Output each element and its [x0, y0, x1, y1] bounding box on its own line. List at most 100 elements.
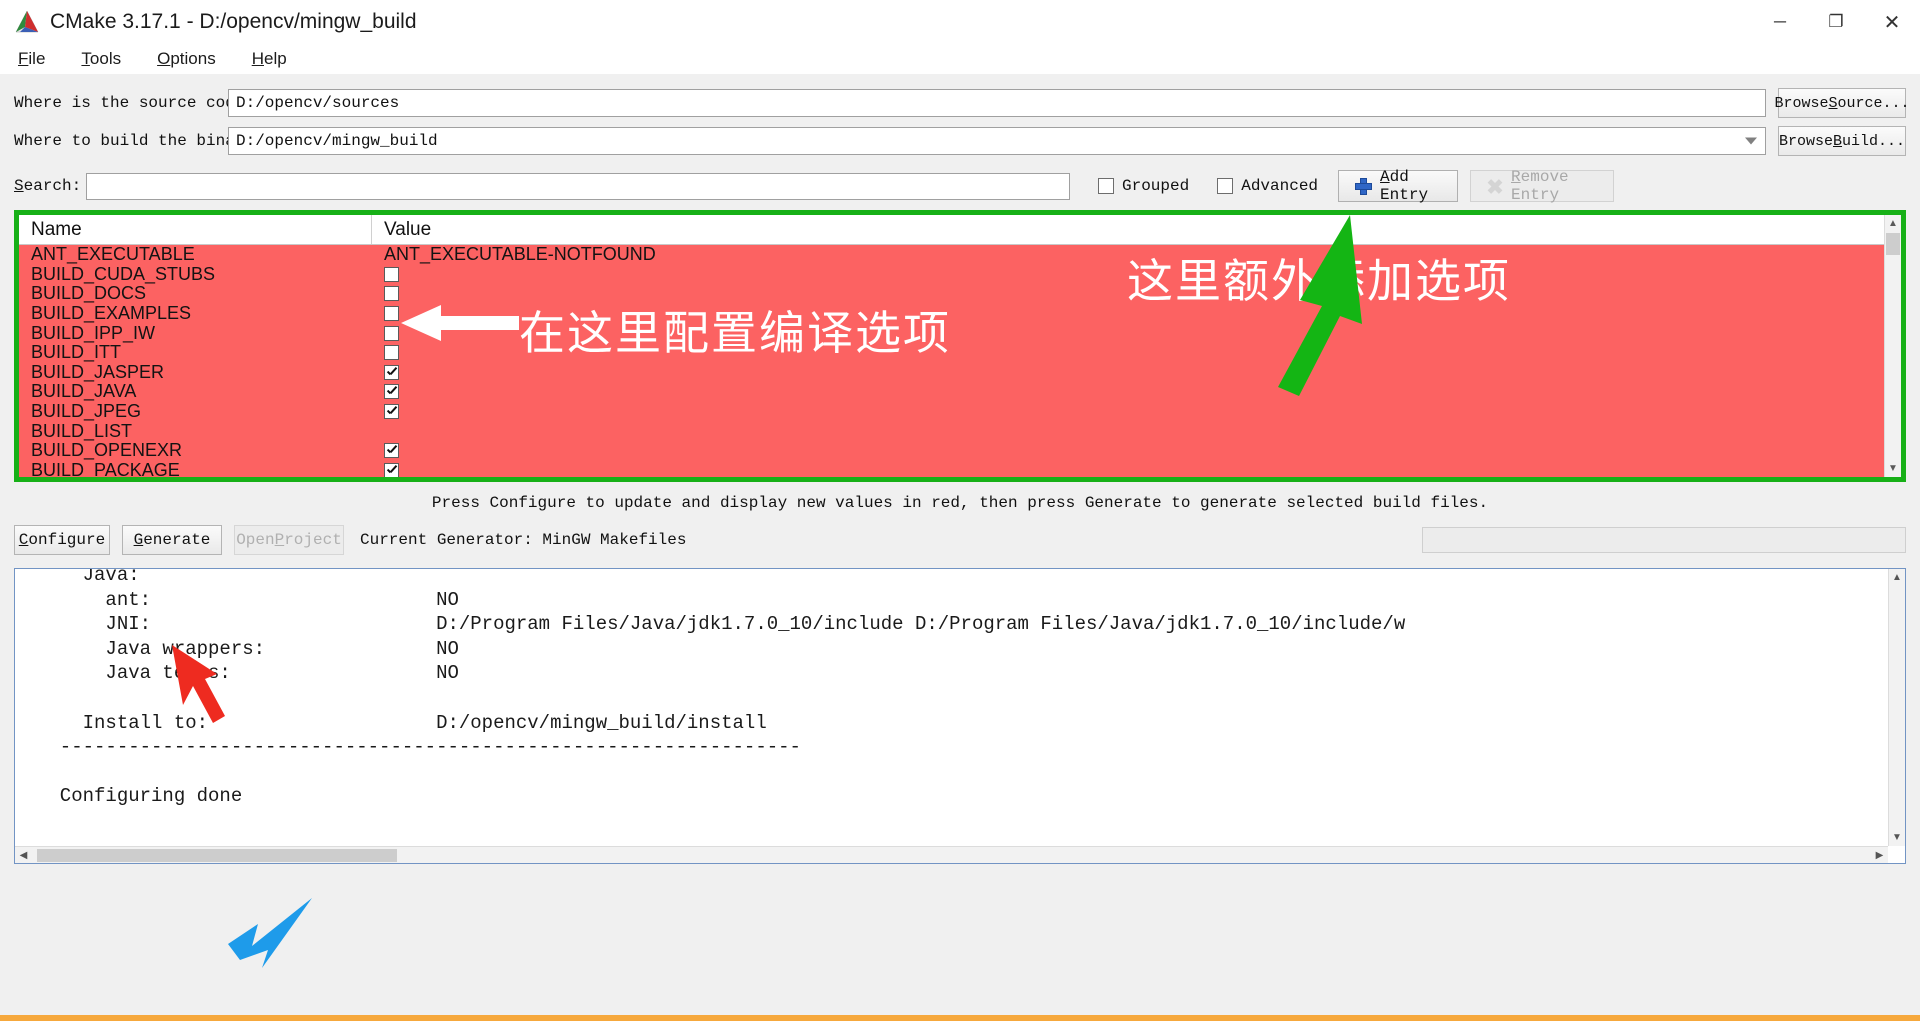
table-row[interactable]: BUILD_DOCS — [19, 283, 1901, 304]
remove-entry-button[interactable]: Remove Entry — [1470, 168, 1615, 204]
cache-table: Name Value ANT_EXECUTABLE ANT_EXECUTABLE-… — [19, 215, 1901, 477]
cache-entry-checkbox[interactable] — [384, 462, 399, 477]
grouped-checkbox[interactable] — [1098, 178, 1114, 194]
log-hscroll-thumb[interactable] — [37, 849, 397, 862]
close-button[interactable]: ✕ — [1864, 0, 1920, 44]
window-controls: ─ ❐ ✕ — [1752, 0, 1920, 44]
path-form: Where is the source code: D:/opencv/sour… — [0, 74, 1920, 204]
blue-arrow-icon — [228, 898, 312, 968]
scroll-down-icon[interactable]: ▼ — [1885, 460, 1901, 477]
log-scroll-left-icon[interactable]: ◀ — [15, 847, 32, 863]
log-horizontal-scrollbar[interactable]: ◀ ▶ — [15, 846, 1888, 863]
menu-help[interactable]: Help — [248, 47, 291, 71]
open-project-button[interactable]: Open Project — [234, 525, 344, 555]
configure-button[interactable]: Configure — [14, 525, 110, 555]
cache-entry-checkbox[interactable] — [384, 266, 399, 282]
cmake-logo-icon — [14, 9, 40, 35]
column-header-value[interactable]: Value — [372, 215, 1901, 244]
column-header-name[interactable]: Name — [19, 215, 372, 244]
search-label: Search: — [14, 177, 82, 195]
cache-entry-value[interactable] — [372, 462, 1901, 477]
add-entry-label: Add Entry — [1380, 168, 1429, 204]
cache-entry-value[interactable] — [372, 364, 1901, 380]
table-row[interactable]: BUILD_EXAMPLES — [19, 303, 1901, 324]
menu-options[interactable]: Options — [153, 47, 220, 71]
cache-entry-name: BUILD_EXAMPLES — [31, 303, 192, 324]
scroll-thumb[interactable] — [1886, 233, 1900, 255]
cache-entry-name: BUILD_JAVA — [31, 381, 137, 402]
cache-entry-checkbox[interactable] — [384, 443, 399, 459]
table-row[interactable]: BUILD_CUDA_STUBS — [19, 264, 1901, 285]
cache-entry-name: ANT_EXECUTABLE — [31, 245, 195, 265]
table-row[interactable]: BUILD_JPEG — [19, 401, 1901, 422]
close-x-icon — [1487, 178, 1503, 194]
current-generator-label: Current Generator: MinGW Makefiles — [360, 531, 687, 549]
cache-entry-name: BUILD_IPP_IW — [31, 322, 156, 343]
search-row: Search: Grouped Advanced Add Entry Remov… — [0, 168, 1920, 204]
search-input[interactable] — [86, 172, 1070, 200]
browse-source-button[interactable]: Browse Source... — [1774, 88, 1910, 118]
table-row[interactable]: BUILD_OPENEXR — [19, 440, 1901, 461]
white-left-arrow-icon — [401, 305, 519, 341]
build-input[interactable]: D:/opencv/mingw_build — [228, 127, 1766, 155]
title-bar: CMake 3.17.1 - D:/opencv/mingw_build ─ ❐… — [0, 0, 1920, 44]
grouped-checkbox-wrap[interactable]: Grouped — [1098, 177, 1189, 195]
scroll-up-icon[interactable]: ▲ — [1885, 215, 1901, 232]
progress-bar — [1422, 527, 1906, 553]
log-output-panel[interactable]: Java: ant: NO JNI: D:/Program Files/Java… — [14, 568, 1906, 864]
browse-build-button[interactable]: Browse Build... — [1778, 126, 1906, 156]
annotation-configure-options: 在这里配置编译选项 — [519, 306, 951, 360]
table-row[interactable]: BUILD_IPP_IW — [19, 323, 1901, 343]
cache-table-highlight: Name Value ANT_EXECUTABLE ANT_EXECUTABLE-… — [14, 210, 1906, 482]
table-row[interactable]: ANT_EXECUTABLE ANT_EXECUTABLE-NOTFOUND — [19, 245, 1901, 265]
source-row: Where is the source code: D:/opencv/sour… — [0, 86, 1920, 120]
log-scroll-right-icon[interactable]: ▶ — [1871, 847, 1888, 863]
taskbar-strip — [0, 1015, 1920, 1021]
cache-entry-name: BUILD_LIST — [31, 420, 133, 441]
cache-entry-checkbox[interactable] — [384, 345, 399, 361]
cache-entry-name: BUILD_JASPER — [31, 361, 165, 382]
cache-entry-value[interactable] — [372, 384, 1901, 400]
add-entry-button[interactable]: Add Entry — [1338, 168, 1459, 204]
log-vertical-scrollbar[interactable]: ▲ ▼ — [1888, 569, 1905, 846]
cache-entry-name: BUILD_JPEG — [31, 401, 142, 422]
minimize-button[interactable]: ─ — [1752, 0, 1808, 44]
advanced-checkbox[interactable] — [1217, 178, 1234, 194]
cache-entry-value[interactable] — [372, 443, 1901, 459]
generate-button[interactable]: Generate — [122, 525, 222, 555]
grouped-label: Grouped — [1122, 177, 1190, 195]
menu-file[interactable]: FFileile — [14, 47, 49, 71]
table-body: ANT_EXECUTABLE ANT_EXECUTABLE-NOTFOUND BUI… — [19, 245, 1901, 477]
cache-entry-checkbox[interactable] — [384, 325, 399, 341]
cache-entry-checkbox[interactable] — [384, 306, 399, 322]
log-scroll-up-icon[interactable]: ▲ — [1889, 569, 1905, 586]
table-vertical-scrollbar[interactable]: ▲ ▼ — [1884, 215, 1901, 477]
cache-entry-checkbox[interactable] — [384, 286, 399, 302]
table-row[interactable]: BUILD_JAVA — [19, 381, 1901, 402]
cache-entry-checkbox[interactable] — [384, 384, 399, 400]
advanced-checkbox-wrap[interactable]: Advanced — [1217, 177, 1318, 195]
table-row[interactable]: BUILD_JASPER — [19, 361, 1901, 383]
annotation-add-option: 这里额外添加选项 — [1127, 254, 1511, 308]
status-hint: Press Configure to update and display ne… — [431, 494, 1489, 512]
chevron-down-icon[interactable] — [1745, 137, 1757, 145]
cache-entry-checkbox[interactable] — [384, 404, 399, 420]
menu-bar: FFileile Tools Options Help — [0, 44, 1920, 74]
advanced-label: Advanced — [1241, 177, 1319, 195]
cache-entry-name: BUILD_PACKAGE — [31, 459, 180, 477]
cache-entry-name: BUILD_OPENEXR — [31, 440, 183, 461]
menu-tools[interactable]: Tools — [77, 47, 125, 71]
table-row[interactable]: BUILD_LIST — [19, 421, 1901, 441]
log-scroll-down-icon[interactable]: ▼ — [1889, 829, 1905, 846]
cache-entry-checkbox[interactable] — [384, 364, 399, 380]
source-input[interactable]: D:/opencv/sources — [228, 89, 1766, 117]
cache-entry-value[interactable] — [372, 404, 1901, 420]
build-label: Where to build the binaries: — [14, 132, 283, 150]
source-label: Where is the source code: — [14, 94, 255, 112]
table-row[interactable]: BUILD_PACKAGE — [19, 459, 1901, 477]
table-header: Name Value — [19, 215, 1901, 245]
maximize-button[interactable]: ❐ — [1808, 0, 1864, 44]
cache-entry-name: BUILD_ITT — [31, 342, 122, 363]
table-row[interactable]: BUILD_ITT — [19, 342, 1901, 363]
build-input-value: D:/opencv/mingw_build — [236, 132, 438, 150]
